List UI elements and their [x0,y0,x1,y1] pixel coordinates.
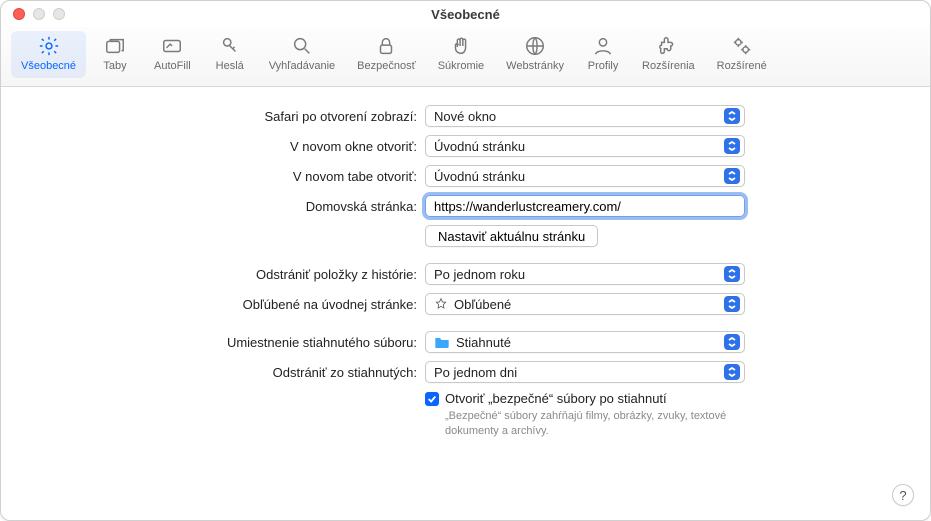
tab-label: Heslá [216,60,244,72]
popup-new-window[interactable]: Úvodnú stránku [425,135,745,157]
chevron-updown-icon [724,108,740,124]
preferences-toolbar: Všeobecné Taby AutoFill Heslá Vyhľadávan… [1,27,930,87]
label-new-tab: V novom tabe otvoriť: [25,169,425,184]
titlebar: Všeobecné [1,1,930,27]
open-safe-files-hint: „Bezpečné“ súbory zahŕňajú filmy, obrázk… [445,409,745,439]
popup-open-shows[interactable]: Nové okno [425,105,745,127]
chevron-updown-icon [724,168,740,184]
tab-label: Všeobecné [21,60,76,72]
label-remove-history: Odstrániť položky z histórie: [25,267,425,282]
chevron-updown-icon [724,334,740,350]
popup-remove-history[interactable]: Po jednom roku [425,263,745,285]
check-icon [427,394,437,404]
popup-value: Stiahnuté [456,335,511,350]
tab-label: Vyhľadávanie [269,60,335,72]
lock-icon [375,35,397,57]
help-button[interactable]: ? [892,484,914,506]
tab-autofill[interactable]: AutoFill [144,31,201,78]
label-open-shows: Safari po otvorení zobrazí: [25,109,425,124]
preferences-window: Všeobecné Všeobecné Taby AutoFill Heslá … [0,0,931,521]
chevron-updown-icon [724,138,740,154]
label-new-window: V novom okne otvoriť: [25,139,425,154]
puzzle-icon [657,35,679,57]
tab-passwords[interactable]: Heslá [203,31,257,78]
chevron-updown-icon [724,296,740,312]
tabs-icon [104,35,126,57]
open-safe-files-checkbox[interactable] [425,392,439,406]
tab-tabs[interactable]: Taby [88,31,142,78]
gears-icon [731,35,753,57]
tab-label: Rozšírené [717,60,767,72]
open-safe-files-label: Otvoriť „bezpečné“ súbory po stiahnutí [445,391,745,406]
popup-new-tab[interactable]: Úvodnú stránku [425,165,745,187]
popup-value: Úvodnú stránku [434,169,525,184]
tab-label: Profily [588,60,619,72]
globe-icon [524,35,546,57]
key-icon [219,35,241,57]
tab-label: AutoFill [154,60,191,72]
window-title: Všeobecné [1,7,930,22]
person-icon [592,35,614,57]
tab-privacy[interactable]: Súkromie [428,31,494,78]
tab-label: Taby [103,60,126,72]
set-current-page-button[interactable]: Nastaviť aktuálnu stránku [425,225,598,247]
label-favorites: Obľúbené na úvodnej stránke: [25,297,425,312]
popup-favorites[interactable]: Obľúbené [425,293,745,315]
tab-label: Bezpečnosť [357,60,416,72]
gear-icon [38,35,60,57]
tab-advanced[interactable]: Rozšírené [707,31,777,78]
star-icon [434,297,448,311]
tab-profiles[interactable]: Profily [576,31,630,78]
homepage-field[interactable] [425,195,745,217]
chevron-updown-icon [724,364,740,380]
folder-icon [434,336,450,348]
label-download-location: Umiestnenie stiahnutého súboru: [25,335,425,350]
help-label: ? [899,488,906,503]
popup-value: Po jednom dni [434,365,517,380]
tab-general[interactable]: Všeobecné [11,31,86,78]
tab-websites[interactable]: Webstránky [496,31,574,78]
popup-value: Obľúbené [454,297,511,312]
pencil-icon [161,35,183,57]
label-remove-downloads: Odstrániť zo stiahnutých: [25,365,425,380]
tab-search[interactable]: Vyhľadávanie [259,31,345,78]
tab-label: Súkromie [438,60,484,72]
popup-value: Nové okno [434,109,496,124]
label-homepage: Domovská stránka: [25,199,425,214]
tab-extensions[interactable]: Rozšírenia [632,31,705,78]
hand-icon [450,35,472,57]
popup-remove-downloads[interactable]: Po jednom dni [425,361,745,383]
general-pane: Safari po otvorení zobrazí: Nové okno V … [1,87,930,439]
popup-download-location[interactable]: Stiahnuté [425,331,745,353]
tab-label: Webstránky [506,60,564,72]
tab-security[interactable]: Bezpečnosť [347,31,426,78]
chevron-updown-icon [724,266,740,282]
tab-label: Rozšírenia [642,60,695,72]
popup-value: Úvodnú stránku [434,139,525,154]
search-icon [291,35,313,57]
popup-value: Po jednom roku [434,267,525,282]
